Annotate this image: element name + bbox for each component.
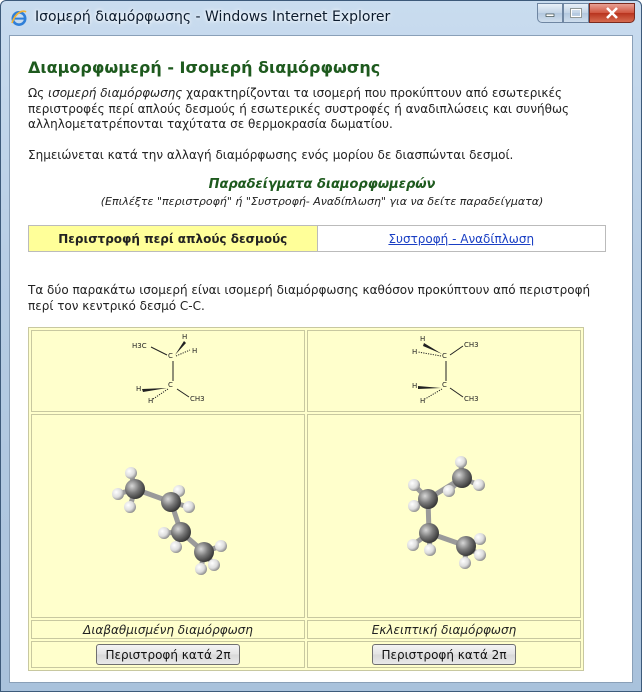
- window-title: Ισομερή διαμόρφωσης - Windows Internet E…: [35, 9, 391, 25]
- label-h: H: [136, 385, 141, 393]
- label-h: H: [420, 397, 425, 405]
- label-ch3-top: CH3: [464, 341, 479, 349]
- examples-title: Παραδείγματα διαμορφωμερών: [208, 177, 436, 192]
- minimize-button[interactable]: [537, 3, 563, 23]
- window-controls: [537, 3, 635, 25]
- label-c: C: [442, 352, 447, 360]
- maximize-button[interactable]: [563, 3, 589, 23]
- model-cell-eclipsed: [307, 414, 581, 618]
- close-button[interactable]: [589, 3, 635, 23]
- description-paragraph: Τα δύο παρακάτω ισομερή είναι ισομερή δι…: [28, 283, 591, 313]
- staggered-3d-model: [112, 467, 227, 575]
- label-h: H: [412, 382, 417, 390]
- model-cell-staggered: [31, 414, 305, 618]
- label-h: H: [412, 348, 417, 356]
- minimize-icon: [545, 13, 555, 17]
- intro-italic-term: ισομερή διαμόρφωσης: [48, 86, 183, 100]
- page-title: Διαμορφωμερή - Ισομερή διαμόρφωσης: [28, 58, 381, 77]
- formula-cell-eclipsed: H H CH3 C C H H CH3: [307, 330, 581, 412]
- label-ch3-top: H3C: [132, 342, 147, 350]
- examples-hint: (Επιλέξτε "περιστροφή" ή "Συστροφή- Αναδ…: [100, 195, 544, 208]
- eclipsed-3d-model: [407, 456, 486, 569]
- label-h: H: [420, 335, 425, 343]
- label-h: H: [148, 397, 153, 405]
- conformers-table: H3C H H C C H H CH3 H H CH3 C C H H CH3 …: [28, 327, 584, 671]
- label-c: C: [168, 381, 173, 389]
- button-cell-eclipsed: Περιστροφή κατά 2π: [307, 641, 581, 668]
- page-content: Διαμορφωμερή - Ισομερή διαμόρφωσης Ως ισ…: [9, 35, 633, 683]
- close-icon: [606, 7, 618, 19]
- title-bar[interactable]: Ισομερή διαμόρφωσης - Windows Internet E…: [1, 1, 641, 35]
- tab-twist-fold[interactable]: Συστροφή - Αναδίπλωση: [318, 226, 606, 251]
- staggered-formula-image: H3C H H C C H H CH3: [132, 333, 205, 405]
- label-h: H: [182, 333, 187, 341]
- formula-cell-staggered: H3C H H C C H H CH3: [31, 330, 305, 412]
- label-c: C: [442, 381, 447, 389]
- caption-staggered: Διαβαθμισμένη διαμόρφωση: [31, 620, 305, 639]
- label-ch3-bottom: CH3: [464, 395, 479, 403]
- caption-eclipsed: Εκλειπτική διαμόρφωση: [307, 620, 581, 639]
- rotate-staggered-button[interactable]: Περιστροφή κατά 2π: [96, 644, 240, 665]
- maximize-icon: [570, 8, 582, 18]
- tab-rotation[interactable]: Περιστροφή περί απλούς δεσμούς: [29, 226, 318, 251]
- intro-pre: Ως: [28, 86, 49, 100]
- example-tabs: Περιστροφή περί απλούς δεσμούς Συστροφή …: [28, 225, 606, 252]
- browser-window: Ισομερή διαμόρφωσης - Windows Internet E…: [0, 0, 642, 692]
- label-ch3-bottom: CH3: [190, 395, 205, 403]
- intro-paragraph: Ως ισομερή διαμόρφωσης χαρακτηρίζονται τ…: [28, 86, 618, 133]
- note-paragraph: Σημειώνεται κατά την αλλαγή διαμόρφωσης …: [28, 148, 514, 162]
- label-c: C: [168, 352, 173, 360]
- ie-icon: [11, 10, 27, 26]
- eclipsed-formula-image: H H CH3 C C H H CH3: [412, 335, 479, 405]
- label-h: H: [192, 347, 197, 355]
- rotate-eclipsed-button[interactable]: Περιστροφή κατά 2π: [372, 644, 516, 665]
- button-cell-staggered: Περιστροφή κατά 2π: [31, 641, 305, 668]
